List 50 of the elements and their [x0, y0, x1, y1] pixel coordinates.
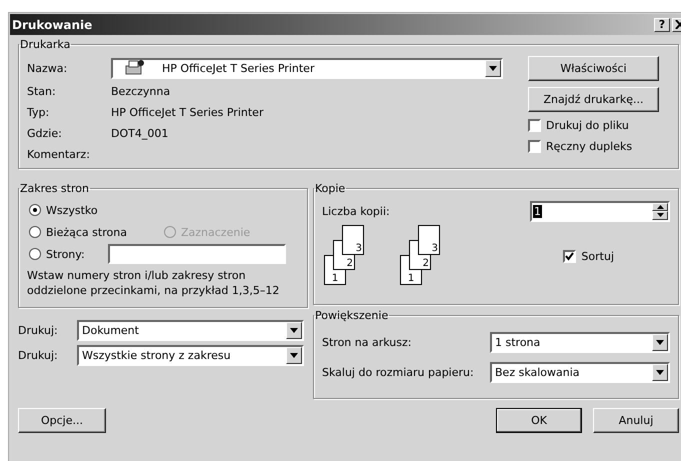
checkbox-label: Sortuj	[581, 250, 614, 262]
group-title: Kopie	[314, 182, 346, 195]
field-label: Komentarz:	[27, 148, 91, 161]
radio-label: Strony:	[46, 248, 85, 260]
field-value: HP OfficeJet T Series Printer	[111, 106, 264, 119]
copies-spinner[interactable]: 1	[530, 200, 670, 222]
group-title: Drukarka	[19, 38, 72, 51]
print-dropdown[interactable]: Wszystkie strony z zakresu	[77, 345, 304, 366]
field-label: Gdzie:	[27, 127, 63, 140]
checkbox[interactable]	[528, 119, 541, 132]
checkbox[interactable]	[528, 140, 541, 153]
field-value: DOT4_001	[111, 127, 168, 140]
radio-label: Wszystko	[46, 204, 98, 216]
page-stack-drawing: 1 2 3	[400, 225, 442, 289]
field-label: Typ:	[27, 106, 50, 119]
radio-button[interactable]	[29, 204, 41, 216]
radio-label: Bieżąca strona	[46, 226, 127, 238]
field-label: Stan:	[27, 85, 57, 98]
page-stack-drawing: 1 2 3	[324, 225, 366, 289]
print-label: Drukuj:	[18, 349, 59, 362]
cancel-button[interactable]: Anuluj	[593, 408, 679, 433]
group-title: Zakres stron	[19, 182, 90, 195]
radio-button[interactable]	[29, 248, 41, 260]
name-label: Nazwa:	[27, 62, 68, 74]
spin-up-icon	[652, 202, 668, 211]
ok-button[interactable]: OK	[496, 408, 582, 433]
printer-dropdown[interactable]: HP OfficeJet T Series Printer	[111, 58, 503, 78]
checkbox[interactable]	[563, 250, 576, 262]
options-button[interactable]: Opcje...	[18, 408, 106, 433]
print-dropdown[interactable]: Dokument	[77, 320, 304, 341]
copies-label: Liczba kopii:	[322, 204, 390, 218]
spin-down-icon	[652, 211, 668, 220]
zoom-label: Stron na arkusz:	[322, 336, 412, 349]
zoom-label: Skaluj do rozmiaru papieru:	[322, 366, 474, 379]
zoom-dropdown[interactable]: 1 strona	[490, 332, 670, 353]
radio-label: Zaznaczenie	[181, 226, 250, 238]
pages-input-field[interactable]	[108, 244, 286, 264]
field-value: Bezczynna	[111, 85, 170, 98]
checkbox-label: Drukuj do pliku	[546, 119, 629, 132]
checkbox-label: Ręczny dupleks	[546, 140, 632, 153]
zoom-dropdown[interactable]: Bez skalowania	[490, 362, 670, 383]
window-title: Drukowanie	[12, 18, 92, 32]
help-button[interactable]: ?	[654, 18, 670, 32]
printer-icon	[123, 60, 145, 76]
properties-button[interactable]: Właściwości	[528, 56, 659, 81]
hint-text: Wstaw numery stron i/lub zakresy stron oddzielone przecinkami, na przykład 1,3,5–12	[27, 268, 280, 298]
group-title: Powiększenie	[314, 309, 390, 322]
print-label: Drukuj:	[18, 324, 59, 337]
find-printer-button[interactable]: Znajdź drukarkę...	[528, 87, 659, 112]
radio-button[interactable]	[29, 226, 41, 238]
